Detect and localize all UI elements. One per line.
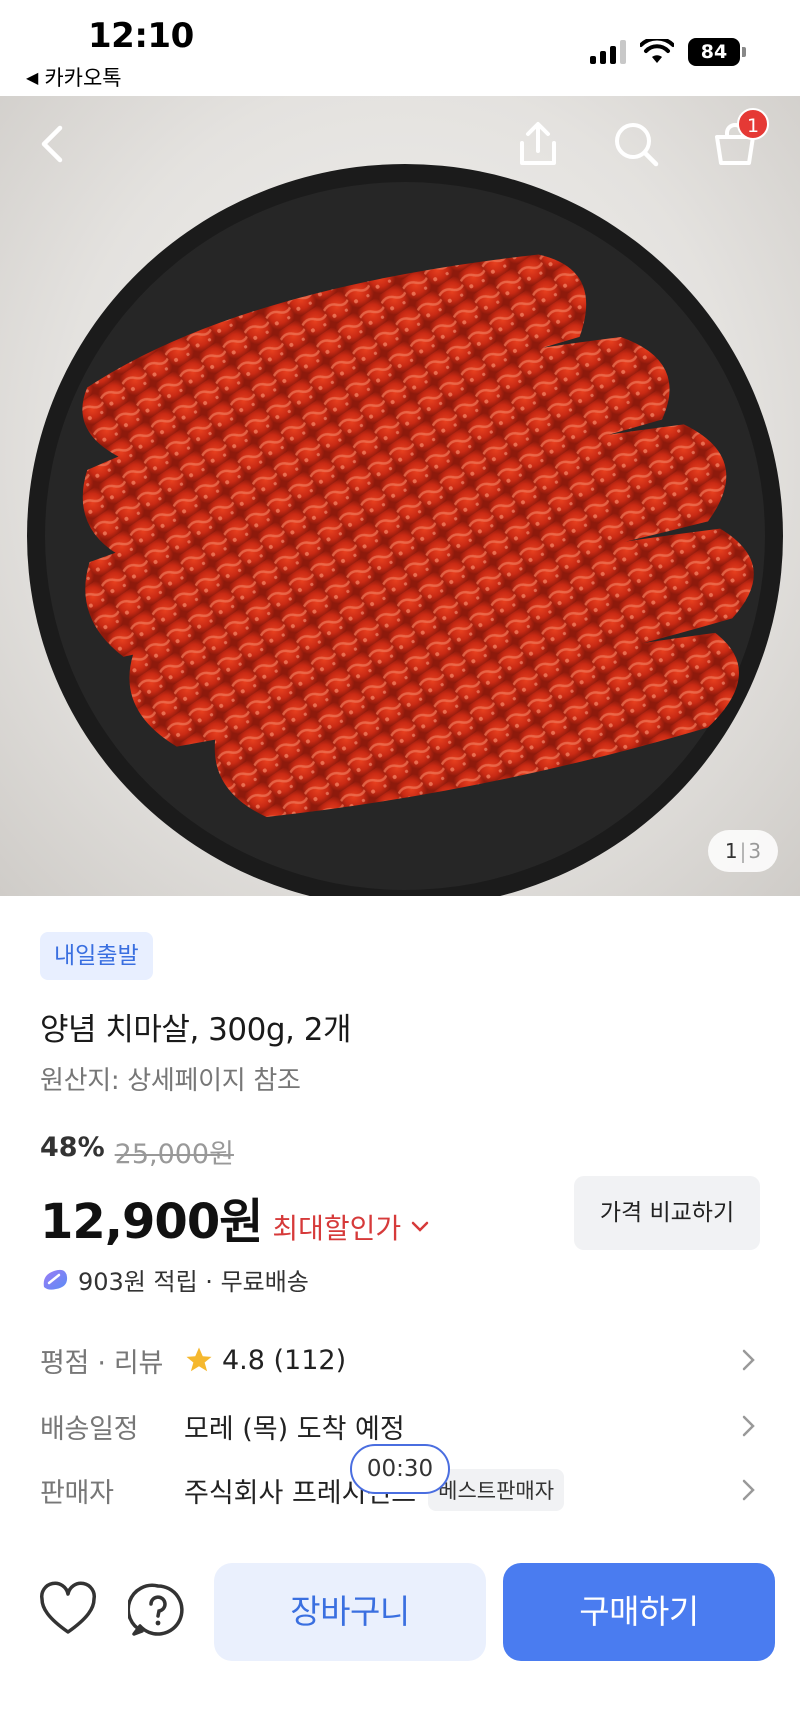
share-icon xyxy=(520,122,556,165)
buy-now-button[interactable]: 구매하기 xyxy=(503,1563,775,1661)
wifi-icon xyxy=(640,39,674,63)
back-to-app-link[interactable]: ◀ 카카오톡 xyxy=(26,62,122,92)
page-current: 1 xyxy=(724,839,738,863)
points-shipping-row: 903원 적립 · 무료배송 xyxy=(40,1262,309,1297)
share-button[interactable] xyxy=(510,116,566,172)
heart-icon xyxy=(40,1581,96,1634)
point-icon xyxy=(43,1269,68,1290)
discount-rate: 48% xyxy=(40,1132,105,1163)
back-app-label: 카카오톡 xyxy=(44,66,122,90)
page-separator: | xyxy=(739,839,747,863)
page-total: 3 xyxy=(748,839,762,863)
rating-review-row[interactable]: 평점 · 리뷰 4.8 (112) xyxy=(40,1336,760,1384)
delivery-value: 모레 (목) 도착 예정 xyxy=(184,1413,405,1445)
chevron-right-icon xyxy=(742,1415,755,1437)
battery-icon: 84 xyxy=(688,38,746,66)
image-page-indicator: 1 | 3 xyxy=(708,830,778,872)
product-origin: 원산지: 상세페이지 참조 xyxy=(40,1066,301,1096)
back-button[interactable] xyxy=(24,116,80,172)
battery-level: 84 xyxy=(688,38,740,66)
inquiry-button[interactable] xyxy=(126,1580,188,1640)
discount-row: 48% 25,000원 xyxy=(40,1132,234,1171)
meat-plate-illustration xyxy=(27,164,783,896)
chevron-down-icon xyxy=(411,1221,429,1232)
price-row: 12,900원 최대할인가 xyxy=(40,1182,429,1252)
delivery-schedule-row[interactable]: 배송일정 모레 (목) 도착 예정 xyxy=(40,1402,760,1450)
status-bar: 12:10 ◀ 카카오톡 84 xyxy=(0,0,800,96)
chevron-right-icon xyxy=(742,1479,755,1501)
status-icons: 84 xyxy=(590,38,746,66)
cart-count-badge: 1 xyxy=(737,108,769,140)
cart-icon-button[interactable]: 1 xyxy=(707,108,769,172)
add-to-cart-button[interactable]: 장바구니 xyxy=(214,1563,486,1661)
wishlist-button[interactable] xyxy=(38,1580,98,1640)
seller-label: 판매자 xyxy=(40,1477,114,1509)
product-image[interactable] xyxy=(0,96,800,896)
status-time: 12:10 xyxy=(88,16,194,56)
rating-label: 평점 · 리뷰 xyxy=(40,1347,164,1379)
search-button[interactable] xyxy=(608,116,664,172)
cellular-signal-icon xyxy=(590,40,626,64)
delivery-label: 배송일정 xyxy=(40,1413,139,1445)
timer-pill: 00:30 xyxy=(350,1444,450,1494)
sale-price: 12,900원 xyxy=(40,1194,263,1250)
points-text: 903원 적립 · 무료배송 xyxy=(78,1268,309,1296)
question-icon xyxy=(126,1583,184,1636)
chevron-right-icon xyxy=(742,1349,755,1371)
max-discount-label: 최대할인가 xyxy=(272,1212,402,1245)
shipping-badge: 내일출발 xyxy=(40,932,153,980)
rating-value: 4.8 (112) xyxy=(222,1344,347,1376)
product-title: 양념 치마살, 300g, 2개 xyxy=(40,1012,351,1048)
price-compare-button[interactable]: 가격 비교하기 xyxy=(574,1176,760,1250)
original-price: 25,000원 xyxy=(114,1139,234,1170)
back-arrow-icon xyxy=(41,125,63,163)
search-icon xyxy=(615,123,659,167)
top-nav: 1 xyxy=(0,96,800,192)
star-icon xyxy=(186,1347,212,1372)
bottom-action-bar: 장바구니 구매하기 xyxy=(0,1540,800,1731)
back-triangle-icon: ◀ xyxy=(26,67,39,87)
max-discount-toggle[interactable]: 최대할인가 xyxy=(272,1207,429,1247)
